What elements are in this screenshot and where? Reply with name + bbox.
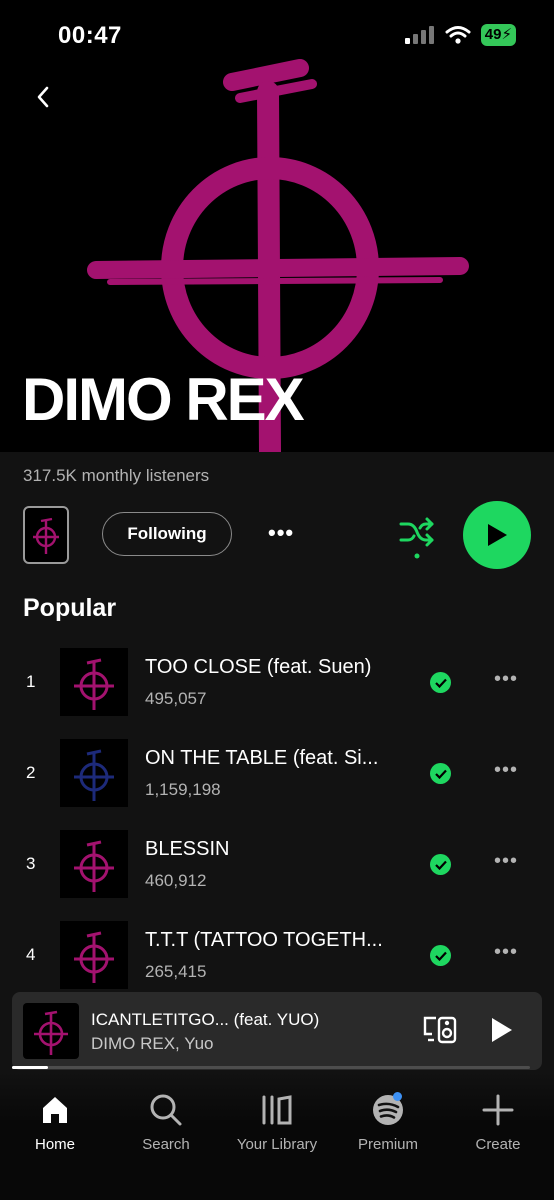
track-title: T.T.T (TATTOO TOGETH... [145, 929, 383, 951]
now-playing-cover [23, 1003, 79, 1059]
battery-indicator: 49⚡ [480, 24, 516, 46]
back-button[interactable] [20, 74, 66, 120]
library-icon [262, 1095, 292, 1125]
play-button[interactable] [463, 501, 531, 569]
track-cover [60, 921, 128, 989]
monthly-listeners: 317.5K monthly listeners [23, 466, 210, 485]
now-playing-artists: DIMO REX, Yuo [91, 1034, 214, 1053]
track-more-button[interactable]: ••• [494, 668, 518, 691]
play-icon [488, 524, 507, 546]
plus-icon [482, 1094, 514, 1126]
nav-premium[interactable]: Premium [333, 1092, 443, 1153]
nav-library-label: Your Library [236, 1136, 318, 1153]
track-plays: 1,159,198 [145, 780, 221, 799]
track-plays: 460,912 [145, 871, 207, 890]
track-title: BLESSIN [145, 838, 230, 860]
battery-level: 49 [484, 26, 502, 43]
following-button[interactable]: Following [102, 512, 232, 556]
track-title: ON THE TABLE (feat. Si... [145, 747, 379, 769]
artist-header-image: 00:47 49⚡ DIMO REX [0, 0, 554, 452]
track-title: TOO CLOSE (feat. Suen) [145, 656, 372, 678]
cover-art [74, 931, 114, 983]
search-icon [150, 1094, 182, 1126]
cover-art [34, 1010, 68, 1055]
status-time: 00:47 [58, 22, 122, 49]
popular-heading: Popular [23, 594, 117, 622]
track-row[interactable]: 4 T.T.T (TATTOO TOGETH... 265,415 ••• [0, 921, 554, 991]
track-more-button[interactable]: ••• [494, 850, 518, 873]
track-more-button[interactable]: ••• [494, 759, 518, 782]
track-number: 2 [26, 763, 36, 782]
artist-logo-thumb [33, 517, 59, 554]
shuffle-button[interactable] [398, 516, 436, 567]
track-cover [60, 739, 128, 807]
track-number: 1 [26, 672, 36, 691]
chevron-left-icon [37, 86, 49, 108]
devices-icon [423, 1016, 457, 1044]
nav-home-label: Home [34, 1136, 75, 1153]
cover-art [74, 658, 114, 710]
nav-search[interactable]: Search [111, 1092, 221, 1153]
nav-create[interactable]: Create [443, 1092, 553, 1153]
artist-preview-thumbnail[interactable] [23, 506, 69, 564]
track-plays: 495,057 [145, 689, 207, 708]
playback-progress-fill [12, 1066, 49, 1069]
play-icon [492, 1018, 512, 1042]
nav-premium-label: Premium [357, 1136, 418, 1153]
cellular-signal-icon [404, 26, 434, 44]
track-plays: 265,415 [145, 962, 207, 981]
more-options-button[interactable]: ••• [268, 520, 294, 546]
bottom-navigation: Home Search Your Library Premium Create [0, 1072, 554, 1200]
mini-play-button[interactable] [489, 1016, 515, 1049]
track-row[interactable]: 3 BLESSIN 460,912 ••• [0, 830, 554, 900]
track-cover [60, 830, 128, 898]
saved-check-icon[interactable] [430, 763, 451, 784]
track-row[interactable]: 2 ON THE TABLE (feat. Si... 1,159,198 ••… [0, 739, 554, 809]
charging-icon: ⚡ [501, 26, 512, 43]
artist-name: DIMO REX [22, 366, 305, 433]
wifi-icon [445, 26, 471, 44]
saved-check-icon[interactable] [430, 672, 451, 693]
status-icons: 49⚡ [404, 24, 516, 46]
track-number: 4 [26, 945, 36, 964]
saved-check-icon[interactable] [430, 945, 451, 966]
nav-home[interactable]: Home [0, 1092, 110, 1153]
cover-art [74, 749, 114, 801]
nav-create-label: Create [475, 1136, 521, 1153]
nav-search-label: Search [142, 1136, 190, 1153]
now-playing-bar[interactable]: ICANTLETITGO... (feat. YUO) DIMO REX, Yu… [12, 992, 542, 1070]
shuffle-icon [399, 517, 434, 559]
saved-check-icon[interactable] [430, 854, 451, 875]
track-row[interactable]: 1 TOO CLOSE (feat. Suen) 495,057 ••• [0, 648, 554, 718]
track-number: 3 [26, 854, 36, 873]
shuffle-active-dot [414, 553, 420, 559]
now-playing-title: ICANTLETITGO... (feat. YUO) [91, 1010, 320, 1029]
nav-library[interactable]: Your Library [222, 1092, 332, 1153]
home-icon [43, 1097, 67, 1123]
connect-device-button[interactable] [422, 1014, 458, 1051]
notification-dot [393, 1092, 402, 1101]
playback-progress-bar[interactable] [12, 1066, 530, 1069]
track-cover [60, 648, 128, 716]
track-more-button[interactable]: ••• [494, 941, 518, 964]
cover-art [74, 840, 114, 892]
